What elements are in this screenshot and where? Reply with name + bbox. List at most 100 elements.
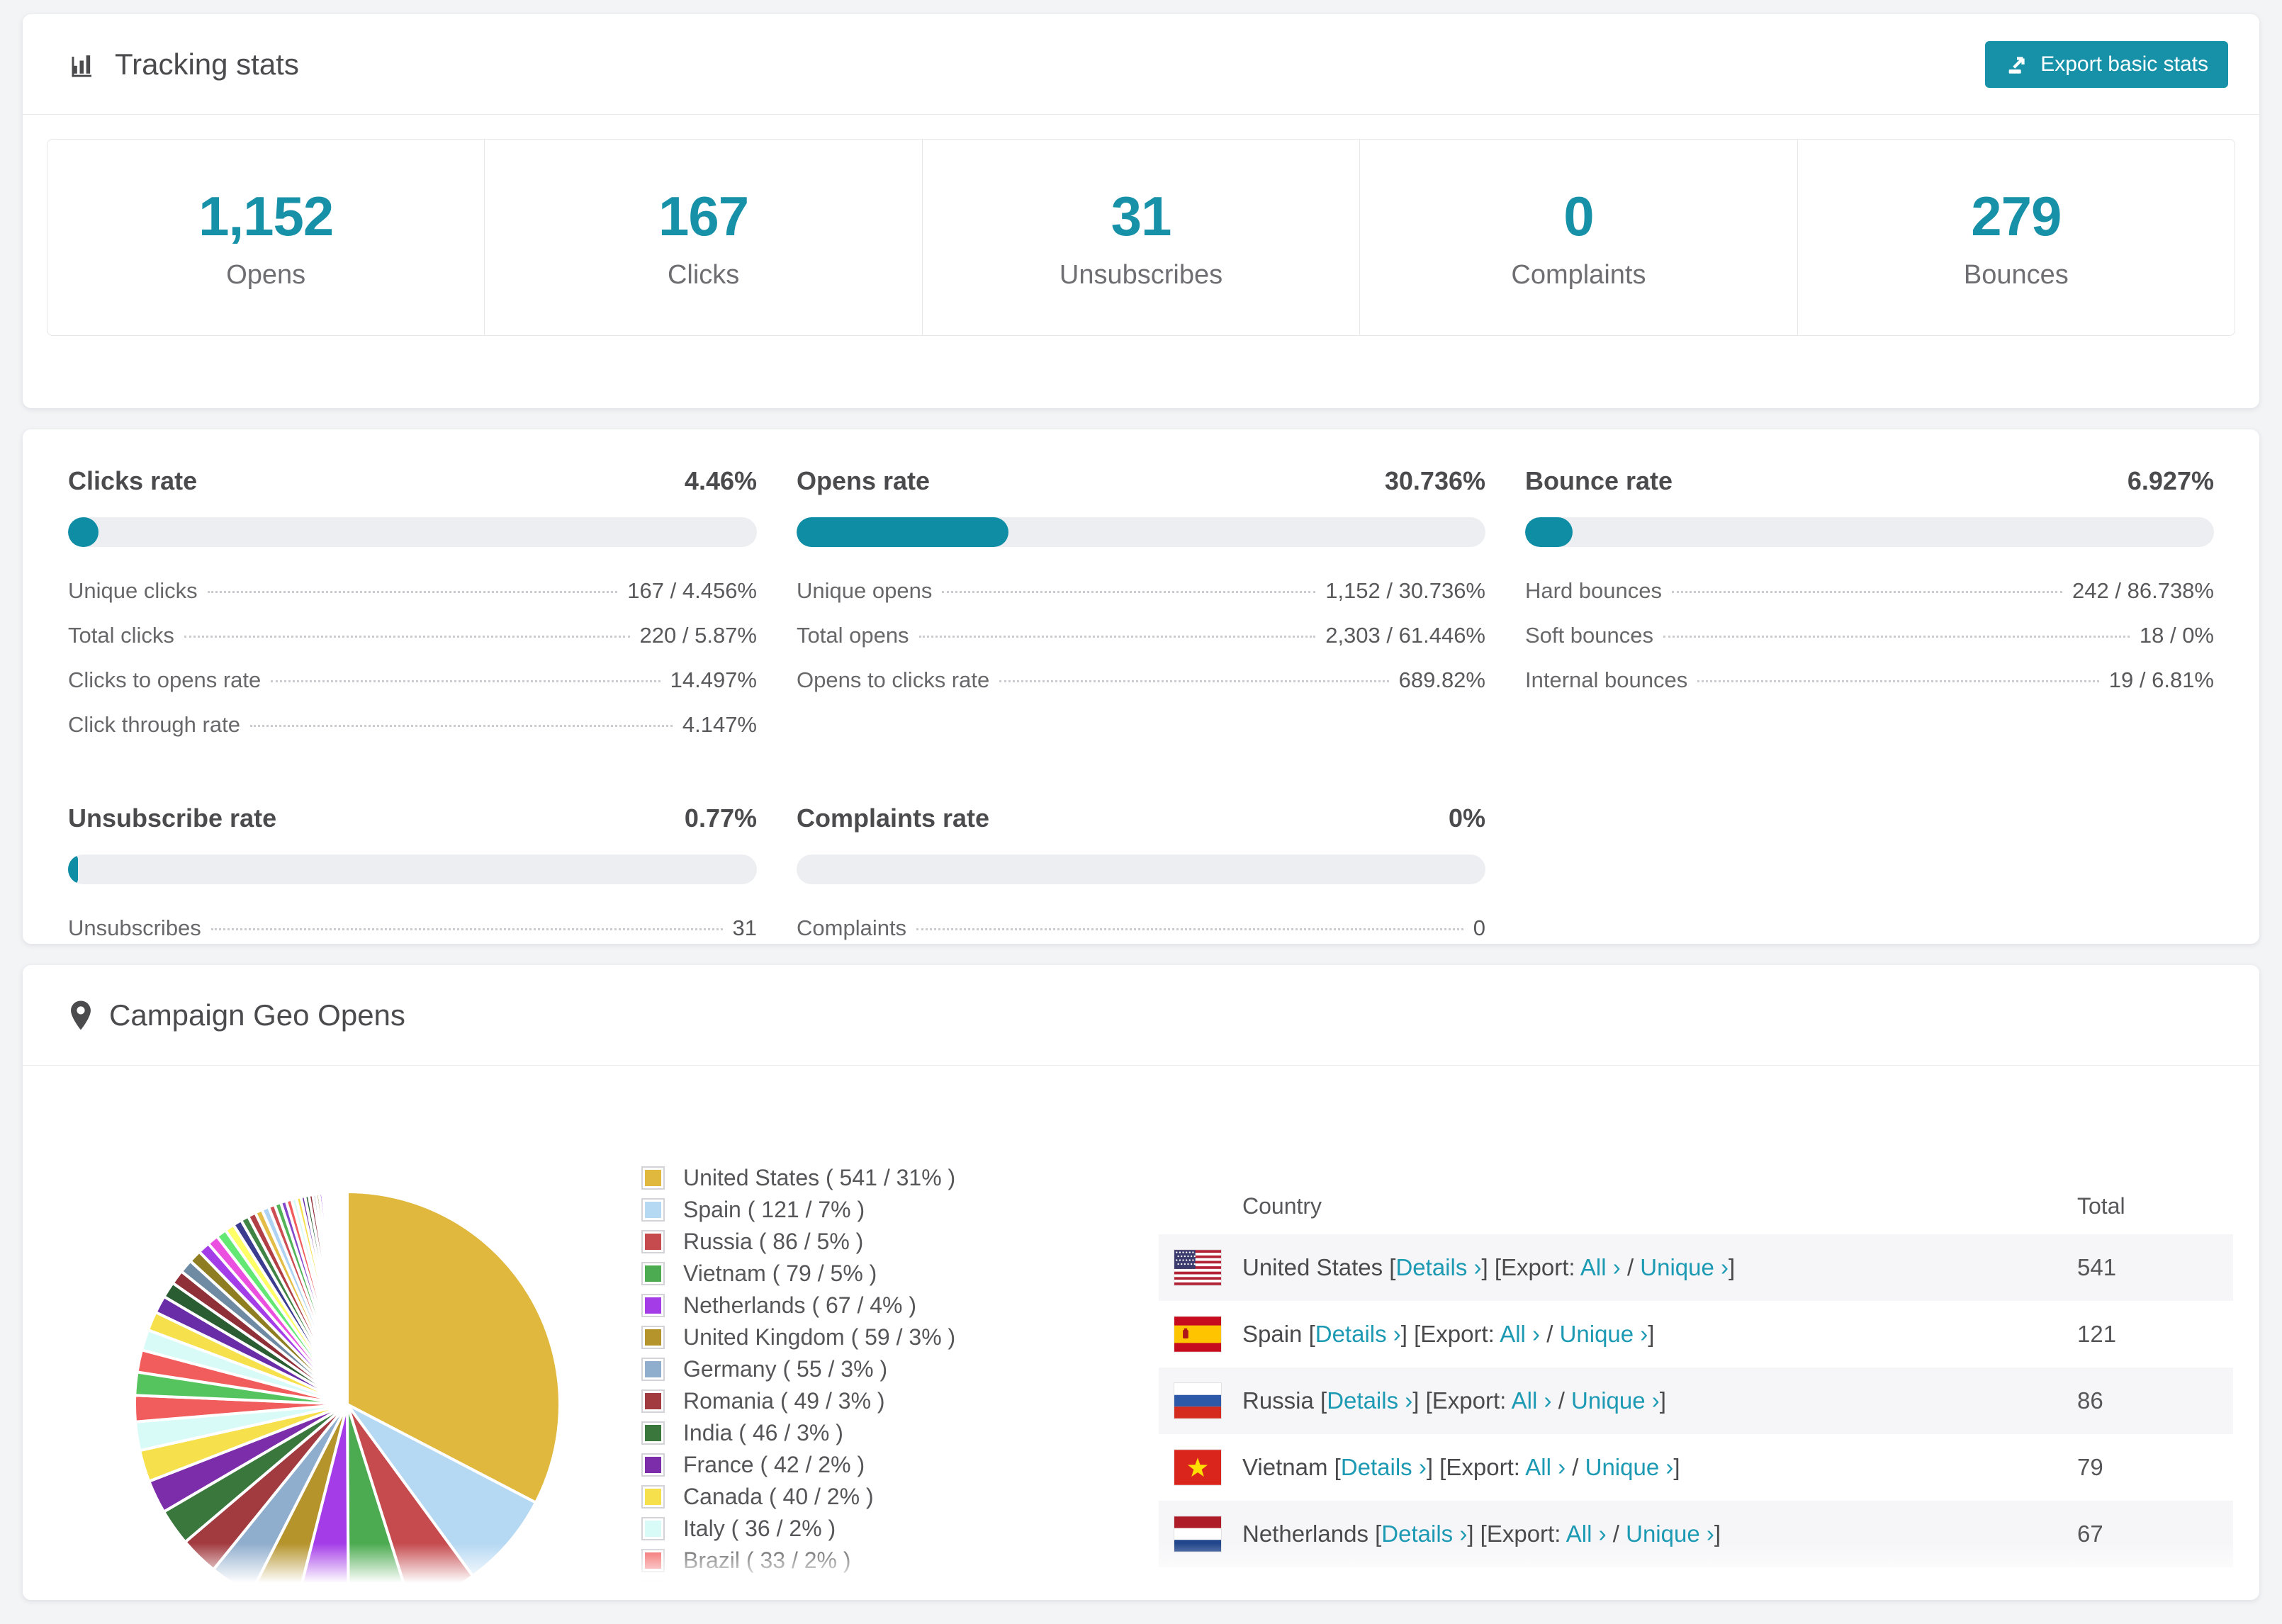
rate-row-unique-clicks: Unique clicks 167 / 4.456% bbox=[68, 578, 757, 604]
ru-flag-icon bbox=[1174, 1383, 1221, 1419]
export-prefix: Export: bbox=[1420, 1321, 1495, 1347]
rate-row-unsubscribes: Unsubscribes 31 bbox=[68, 915, 757, 941]
legend-item-france[interactable]: France ( 42 / 2% ) bbox=[641, 1452, 955, 1478]
geo-opens-header: Campaign Geo Opens bbox=[23, 965, 2259, 1066]
nl-flag-icon bbox=[1174, 1516, 1221, 1552]
dotted-leader bbox=[207, 591, 618, 593]
export-unique-link[interactable]: Unique › bbox=[1571, 1387, 1660, 1414]
legend-item-netherlands[interactable]: Netherlands ( 67 / 4% ) bbox=[641, 1292, 955, 1319]
rate-row-value: 4.147% bbox=[682, 712, 757, 737]
country-name: Russia bbox=[1242, 1387, 1314, 1414]
export-all-link[interactable]: All › bbox=[1512, 1387, 1552, 1414]
rate-row-total-opens: Total opens 2,303 / 61.446% bbox=[797, 623, 1485, 648]
export-prefix: Export: bbox=[1527, 1587, 1602, 1600]
stat-bounces: 279 Bounces bbox=[1797, 140, 2235, 335]
rate-progress-bar bbox=[68, 517, 757, 547]
link-separator: / bbox=[1653, 1587, 1660, 1600]
rate-progress-bar bbox=[797, 517, 1485, 547]
details-link[interactable]: Details › bbox=[1395, 1254, 1481, 1280]
rate-row-clicks-to-opens-rate: Clicks to opens rate 14.497% bbox=[68, 667, 757, 693]
rate-row-label: Unique opens bbox=[797, 578, 933, 603]
details-link[interactable]: Details › bbox=[1341, 1454, 1427, 1480]
rate-percent: 0% bbox=[1448, 803, 1485, 833]
legend-item-united-states[interactable]: United States ( 541 / 31% ) bbox=[641, 1165, 955, 1191]
geo-table-header-country: Country bbox=[1242, 1192, 1322, 1219]
legend-label: Italy ( 36 / 2% ) bbox=[683, 1516, 836, 1541]
legend-swatch bbox=[641, 1485, 665, 1509]
details-link[interactable]: Details › bbox=[1315, 1321, 1401, 1347]
legend-swatch bbox=[641, 1262, 665, 1285]
legend-item-italy[interactable]: Italy ( 36 / 2% ) bbox=[641, 1516, 955, 1542]
dotted-leader bbox=[249, 725, 673, 727]
export-basic-stats-button[interactable]: Export basic stats bbox=[1985, 40, 2228, 88]
us-flag-icon bbox=[1174, 1250, 1221, 1285]
legend-item-germany[interactable]: Germany ( 55 / 3% ) bbox=[641, 1356, 955, 1382]
country-links: Vietnam [Details ›] [Export: All › / Uni… bbox=[1242, 1454, 1680, 1480]
export-unique-link[interactable]: Unique › bbox=[1626, 1521, 1714, 1547]
country-links: Russia [Details ›] [Export: All › / Uniq… bbox=[1242, 1387, 1666, 1414]
legend-label: Spain ( 121 / 7% ) bbox=[683, 1197, 865, 1222]
legend-item-russia[interactable]: Russia ( 86 / 5% ) bbox=[641, 1229, 955, 1255]
legend-item-romania[interactable]: Romania ( 49 / 3% ) bbox=[641, 1388, 955, 1414]
export-unique-link[interactable]: Unique › bbox=[1560, 1321, 1648, 1347]
legend-label: Romania ( 49 / 3% ) bbox=[683, 1388, 885, 1414]
country-total: 121 bbox=[2077, 1321, 2117, 1347]
legend-item-united-kingdom[interactable]: United Kingdom ( 59 / 3% ) bbox=[641, 1324, 955, 1350]
details-link[interactable]: Details › bbox=[1327, 1387, 1412, 1414]
rates-grid: Clicks rate 4.46% Unique clicks 167 / 4.456… bbox=[68, 466, 2214, 960]
legend-label: Vietnam ( 79 / 5% ) bbox=[683, 1261, 877, 1286]
link-separator: / bbox=[1572, 1454, 1579, 1480]
link-separator: / bbox=[1612, 1521, 1619, 1547]
geo-table-row-vietnam: Vietnam [Details ›] [Export: All › / Uni… bbox=[1159, 1434, 2233, 1501]
details-link[interactable]: Details › bbox=[1422, 1587, 1507, 1600]
rate-progress-bar bbox=[1525, 517, 2214, 547]
export-all-link[interactable]: All › bbox=[1607, 1587, 1647, 1600]
rate-block-unsubscribe-rate: Unsubscribe rate 0.77% Unsubscribes 31 bbox=[68, 803, 757, 960]
export-all-link[interactable]: All › bbox=[1525, 1454, 1566, 1480]
legend-swatch bbox=[641, 1294, 665, 1317]
legend-item-canada[interactable]: Canada ( 40 / 2% ) bbox=[641, 1484, 955, 1510]
export-prefix: Export: bbox=[1432, 1387, 1507, 1414]
rate-row-value: 167 / 4.456% bbox=[627, 578, 757, 603]
dotted-leader bbox=[918, 636, 1316, 638]
geo-opens-title: Campaign Geo Opens bbox=[68, 998, 405, 1032]
stat-label: Bounces bbox=[1963, 260, 2069, 290]
legend-label: Russia ( 86 / 5% ) bbox=[683, 1229, 864, 1254]
stat-value: 167 bbox=[658, 185, 749, 247]
rate-row-value: 18 / 0% bbox=[2139, 623, 2214, 648]
gb-flag-icon bbox=[1174, 1583, 1221, 1600]
rates-card: Clicks rate 4.46% Unique clicks 167 / 4.456… bbox=[23, 429, 2259, 944]
dotted-leader bbox=[210, 928, 723, 930]
rate-row-click-through-rate: Click through rate 4.147% bbox=[68, 712, 757, 738]
es-flag-icon bbox=[1174, 1316, 1221, 1352]
legend-item-india[interactable]: India ( 46 / 3% ) bbox=[641, 1420, 955, 1446]
export-all-link[interactable]: All › bbox=[1580, 1254, 1621, 1280]
export-all-link[interactable]: All › bbox=[1566, 1521, 1607, 1547]
legend-label: Brazil ( 33 / 2% ) bbox=[683, 1547, 851, 1573]
legend-label: United States ( 541 / 31% ) bbox=[683, 1165, 956, 1190]
rate-row-label: Click through rate bbox=[68, 712, 240, 737]
rate-progress-bar bbox=[68, 855, 757, 884]
country-name: United States bbox=[1242, 1254, 1383, 1280]
rate-row-hard-bounces: Hard bounces 242 / 86.738% bbox=[1525, 578, 2214, 604]
rate-row-label: Hard bounces bbox=[1525, 578, 1663, 603]
export-unique-link[interactable]: Unique › bbox=[1666, 1587, 1755, 1600]
rate-row-value: 689.82% bbox=[1398, 667, 1485, 692]
legend-item-spain[interactable]: Spain ( 121 / 7% ) bbox=[641, 1197, 955, 1223]
rate-progress-bar bbox=[797, 855, 1485, 884]
legend-swatch bbox=[641, 1358, 665, 1381]
export-unique-link[interactable]: Unique › bbox=[1640, 1254, 1729, 1280]
country-name: Spain bbox=[1242, 1321, 1303, 1347]
details-link[interactable]: Details › bbox=[1381, 1521, 1467, 1547]
legend-item-south-africa[interactable]: South Africa ( 29 / 2% ) bbox=[641, 1579, 955, 1600]
legend-swatch bbox=[641, 1166, 665, 1190]
rate-row-value: 2,303 / 61.446% bbox=[1325, 623, 1485, 648]
legend-item-vietnam[interactable]: Vietnam ( 79 / 5% ) bbox=[641, 1261, 955, 1287]
rate-progress-fill bbox=[1525, 517, 1573, 547]
export-all-link[interactable]: All › bbox=[1500, 1321, 1540, 1347]
country-name: United Kingdom bbox=[1242, 1587, 1409, 1600]
legend-item-brazil[interactable]: Brazil ( 33 / 2% ) bbox=[641, 1547, 955, 1574]
rate-percent: 30.736% bbox=[1384, 466, 1485, 495]
stat-value: 0 bbox=[1563, 185, 1594, 247]
export-unique-link[interactable]: Unique › bbox=[1585, 1454, 1674, 1480]
